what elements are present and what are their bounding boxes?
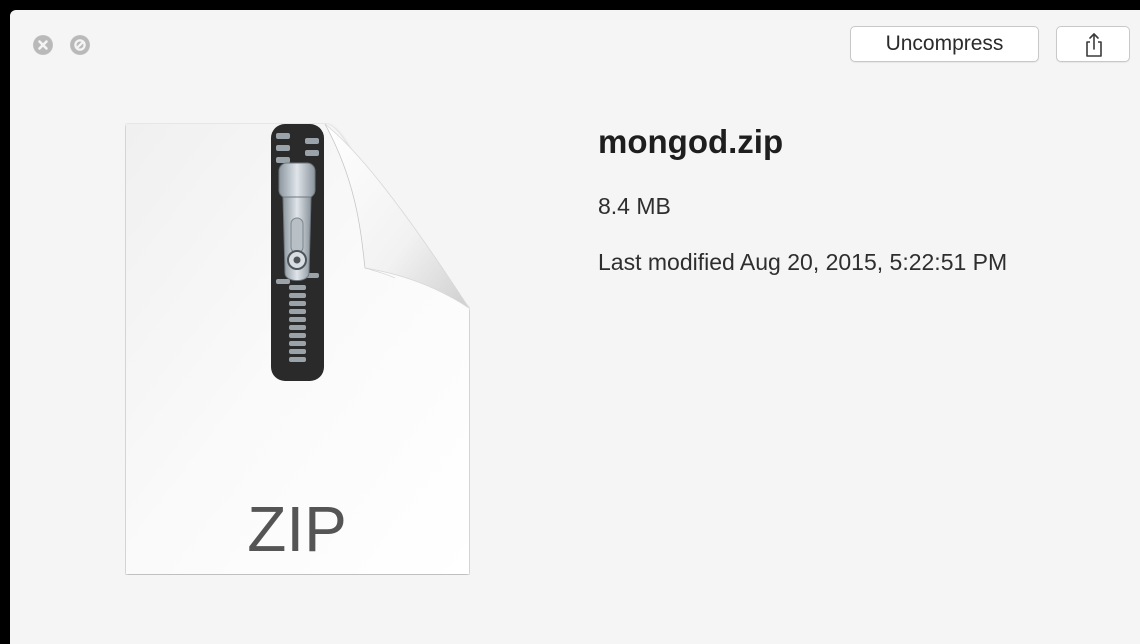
zip-icon-label: ZIP: [247, 493, 347, 565]
close-icon: [33, 35, 53, 55]
fullscreen-button[interactable]: [70, 35, 90, 55]
share-icon: [1086, 33, 1102, 57]
file-size: 8.4 MB: [598, 193, 671, 219]
zip-archive-icon: ZIP: [126, 123, 470, 574]
fullscreen-icon: [70, 35, 90, 55]
share-button[interactable]: [1056, 26, 1130, 62]
quick-look-window: Uncompress ZIP mongod.zip 8.4 MB Last mo…: [10, 10, 1140, 644]
uncompress-button[interactable]: Uncompress: [850, 26, 1039, 62]
file-name: mongod.zip: [598, 123, 784, 160]
file-modified-date: Last modified Aug 20, 2015, 5:22:51 PM: [598, 249, 1008, 275]
close-window-button[interactable]: [33, 35, 53, 55]
